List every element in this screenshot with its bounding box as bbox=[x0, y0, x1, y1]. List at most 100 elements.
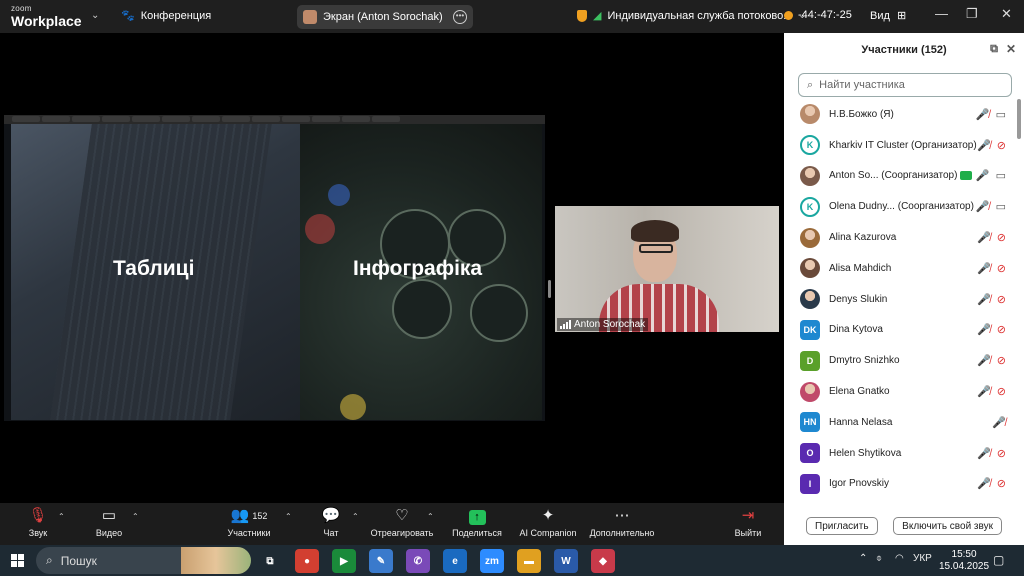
chat-button[interactable]: 💬 Чат bbox=[320, 507, 342, 538]
participant-name: Kharkiv IT Cluster (Организатор) bbox=[829, 139, 977, 151]
avatar: D bbox=[800, 350, 820, 371]
react-button[interactable]: ♡ Отреагировать bbox=[370, 507, 434, 538]
participant-row[interactable]: Alina Kazurova 🎤̸ ⊘ bbox=[784, 222, 1024, 253]
mic-off-icon: 🎤̸ bbox=[977, 293, 991, 306]
participant-name: Alina Kazurova bbox=[829, 232, 897, 244]
audio-button[interactable]: 🎙 Звук bbox=[24, 507, 52, 538]
edge-app-icon[interactable]: e bbox=[443, 549, 467, 573]
participants-chevron-icon[interactable]: ⌃ bbox=[285, 512, 292, 521]
camera-off-icon: ⊘ bbox=[996, 478, 1006, 491]
participant-row[interactable]: O Helen Shytikova 🎤̸ ⊘ bbox=[784, 438, 1024, 469]
participant-row[interactable]: DK Dina Kytova 🎤̸ ⊘ bbox=[784, 315, 1024, 346]
participant-row[interactable]: D Dmytro Snizhko 🎤̸ ⊘ bbox=[784, 345, 1024, 376]
taskbar-clock[interactable]: 15:50 15.04.2025 bbox=[939, 549, 989, 573]
chat-chevron-icon[interactable]: ⌃ bbox=[352, 512, 359, 521]
language-indicator[interactable]: УКР bbox=[913, 553, 932, 564]
participant-row[interactable]: Elena Gnatko 🎤̸ ⊘ bbox=[784, 376, 1024, 407]
mic-off-icon: 🎤̸ bbox=[975, 108, 990, 121]
mic-off-icon: 🎤̸ bbox=[977, 232, 991, 245]
avatar bbox=[800, 165, 820, 186]
avatar: I bbox=[800, 473, 820, 494]
tray-chevron-icon[interactable]: ⌃ bbox=[859, 553, 867, 564]
screen-share-pill[interactable]: Экран (Anton Sorochak) ••• bbox=[297, 5, 473, 29]
viber-app-icon[interactable]: ✆ bbox=[406, 549, 430, 573]
notifications-icon[interactable]: ▢ bbox=[993, 553, 1004, 567]
audio-chevron-icon[interactable]: ⌃ bbox=[58, 512, 65, 521]
popout-icon[interactable]: ⧉ bbox=[990, 43, 998, 56]
meet-app-icon[interactable]: ▶ bbox=[332, 549, 356, 573]
zoom-app-icon[interactable]: zm bbox=[480, 549, 504, 573]
video-chevron-icon[interactable]: ⌃ bbox=[132, 512, 139, 521]
paint-app-icon[interactable]: ✎ bbox=[369, 549, 393, 573]
video-name-label: Anton Sorochak bbox=[557, 318, 649, 331]
avatar: K bbox=[800, 196, 820, 217]
participant-row[interactable]: I Igor Pnovskiy 🎤̸ ⊘ bbox=[784, 469, 1024, 500]
participant-name: Olena Dudny... (Соорганизатор) bbox=[829, 201, 974, 213]
share-screen-button[interactable]: ↑ Поделиться bbox=[451, 507, 503, 538]
participant-row[interactable]: K Olena Dudny... (Соорганизатор) 🎤̸ ▭ bbox=[784, 191, 1024, 222]
view-label: Вид bbox=[870, 10, 890, 22]
other-app-icon[interactable]: ◆ bbox=[591, 549, 615, 573]
participant-name: Dmytro Snizhko bbox=[829, 355, 900, 367]
avatar: O bbox=[800, 443, 820, 464]
avatar: K bbox=[800, 135, 820, 156]
chrome-app-icon[interactable]: ● bbox=[295, 549, 319, 573]
scrollbar[interactable] bbox=[1017, 99, 1021, 139]
ai-companion-button[interactable]: ✦ AI Companion bbox=[518, 507, 578, 538]
camera-off-icon: ⊘ bbox=[996, 355, 1006, 368]
search-icon: ⌕ bbox=[807, 78, 814, 91]
participant-name: Н.В.Божко (Я) bbox=[829, 108, 894, 120]
split-handle[interactable] bbox=[548, 280, 551, 298]
tray-wifi-icon[interactable]: ◠ bbox=[895, 553, 904, 564]
sparkle-icon: ✦ bbox=[541, 507, 555, 524]
word-app-icon[interactable]: W bbox=[554, 549, 578, 573]
participant-name: Igor Pnovskiy bbox=[829, 478, 890, 490]
unmute-self-button[interactable]: Включить свой звук bbox=[893, 517, 1002, 535]
react-chevron-icon[interactable]: ⌃ bbox=[427, 512, 434, 521]
chevron-down-icon[interactable]: ⌄ bbox=[91, 10, 99, 21]
close-panel-icon[interactable]: ✕ bbox=[1006, 42, 1016, 56]
leave-button[interactable]: ⇥ Выйти bbox=[734, 507, 762, 538]
top-bar: zoom Workplace ⌄ 🐾 Конференция Экран (An… bbox=[0, 0, 1024, 33]
close-icon[interactable]: ✕ bbox=[1001, 6, 1012, 22]
explorer-app-icon[interactable]: ▬ bbox=[517, 549, 541, 573]
meeting-info-button[interactable]: 🐾 Конференция bbox=[121, 9, 211, 23]
participant-row[interactable]: Anton So... (Соорганизатор) 🎤 ▭ bbox=[784, 161, 1024, 192]
participant-name: Alisa Mahdich bbox=[829, 262, 892, 274]
camera-icon: ▭ bbox=[995, 170, 1006, 183]
tray-battery-icon[interactable]: ⌽ bbox=[876, 553, 882, 564]
task-view-app-icon[interactable]: ⧉ bbox=[258, 549, 282, 573]
exit-icon: ⇥ bbox=[741, 507, 755, 524]
participant-name: Helen Shytikova bbox=[829, 447, 902, 459]
maximize-icon[interactable]: ❐ bbox=[966, 6, 978, 22]
avatar bbox=[800, 258, 820, 279]
mic-off-icon: 🎤̸ bbox=[977, 478, 991, 491]
more-options-icon[interactable]: ••• bbox=[453, 10, 467, 24]
windows-start-icon[interactable] bbox=[11, 554, 24, 567]
mic-off-icon: 🎤̸ bbox=[977, 386, 991, 399]
participant-row[interactable]: K Kharkiv IT Cluster (Организатор) 🎤̸ ⊘ bbox=[784, 130, 1024, 161]
participant-row[interactable]: Denys Slukin 🎤̸ ⊘ bbox=[784, 284, 1024, 315]
search-participant-input[interactable]: ⌕ Найти участника bbox=[798, 73, 1012, 97]
participant-row[interactable]: HN Hanna Nelasa 🎤̸ bbox=[784, 407, 1024, 438]
participants-button[interactable]: 👥 152 Участники bbox=[227, 507, 271, 538]
view-button[interactable]: Вид ⊞ bbox=[870, 9, 906, 22]
minimize-icon[interactable]: — bbox=[935, 6, 948, 21]
invite-button[interactable]: Пригласить bbox=[806, 517, 878, 535]
participant-row[interactable]: Н.В.Божко (Я) 🎤̸ ▭ bbox=[784, 99, 1024, 130]
more-button[interactable]: ⋯ Дополнительно bbox=[588, 507, 656, 538]
mic-off-icon: 🎤̸ bbox=[977, 262, 991, 275]
brand-small: zoom bbox=[11, 4, 32, 13]
participants-icon: 👥 152 bbox=[230, 507, 268, 524]
camera-off-icon: ⊘ bbox=[996, 139, 1006, 152]
taskbar-search[interactable]: ⌕ Пошук bbox=[36, 547, 251, 574]
panel-actions: Пригласить Включить свой звук bbox=[784, 517, 1024, 535]
mic-off-icon: 🎤̸ bbox=[975, 201, 990, 214]
stream-status[interactable]: ◢ Индивидуальная служба потоково... ⌄ bbox=[577, 9, 806, 22]
windows-taskbar: ⌕ Пошук ⧉ ● ▶ ✎ ✆ e zm ▬ W ◆ ⌃ ⌽ ◠ УКР 15:50 15.0… bbox=[0, 545, 1024, 576]
participant-row[interactable]: Alisa Mahdich 🎤̸ ⊘ bbox=[784, 253, 1024, 284]
video-button[interactable]: ▭ Видео bbox=[94, 507, 124, 538]
video-tile[interactable]: Anton Sorochak bbox=[555, 206, 779, 332]
mic-off-icon: 🎙 bbox=[28, 507, 48, 524]
avatar bbox=[800, 381, 820, 402]
